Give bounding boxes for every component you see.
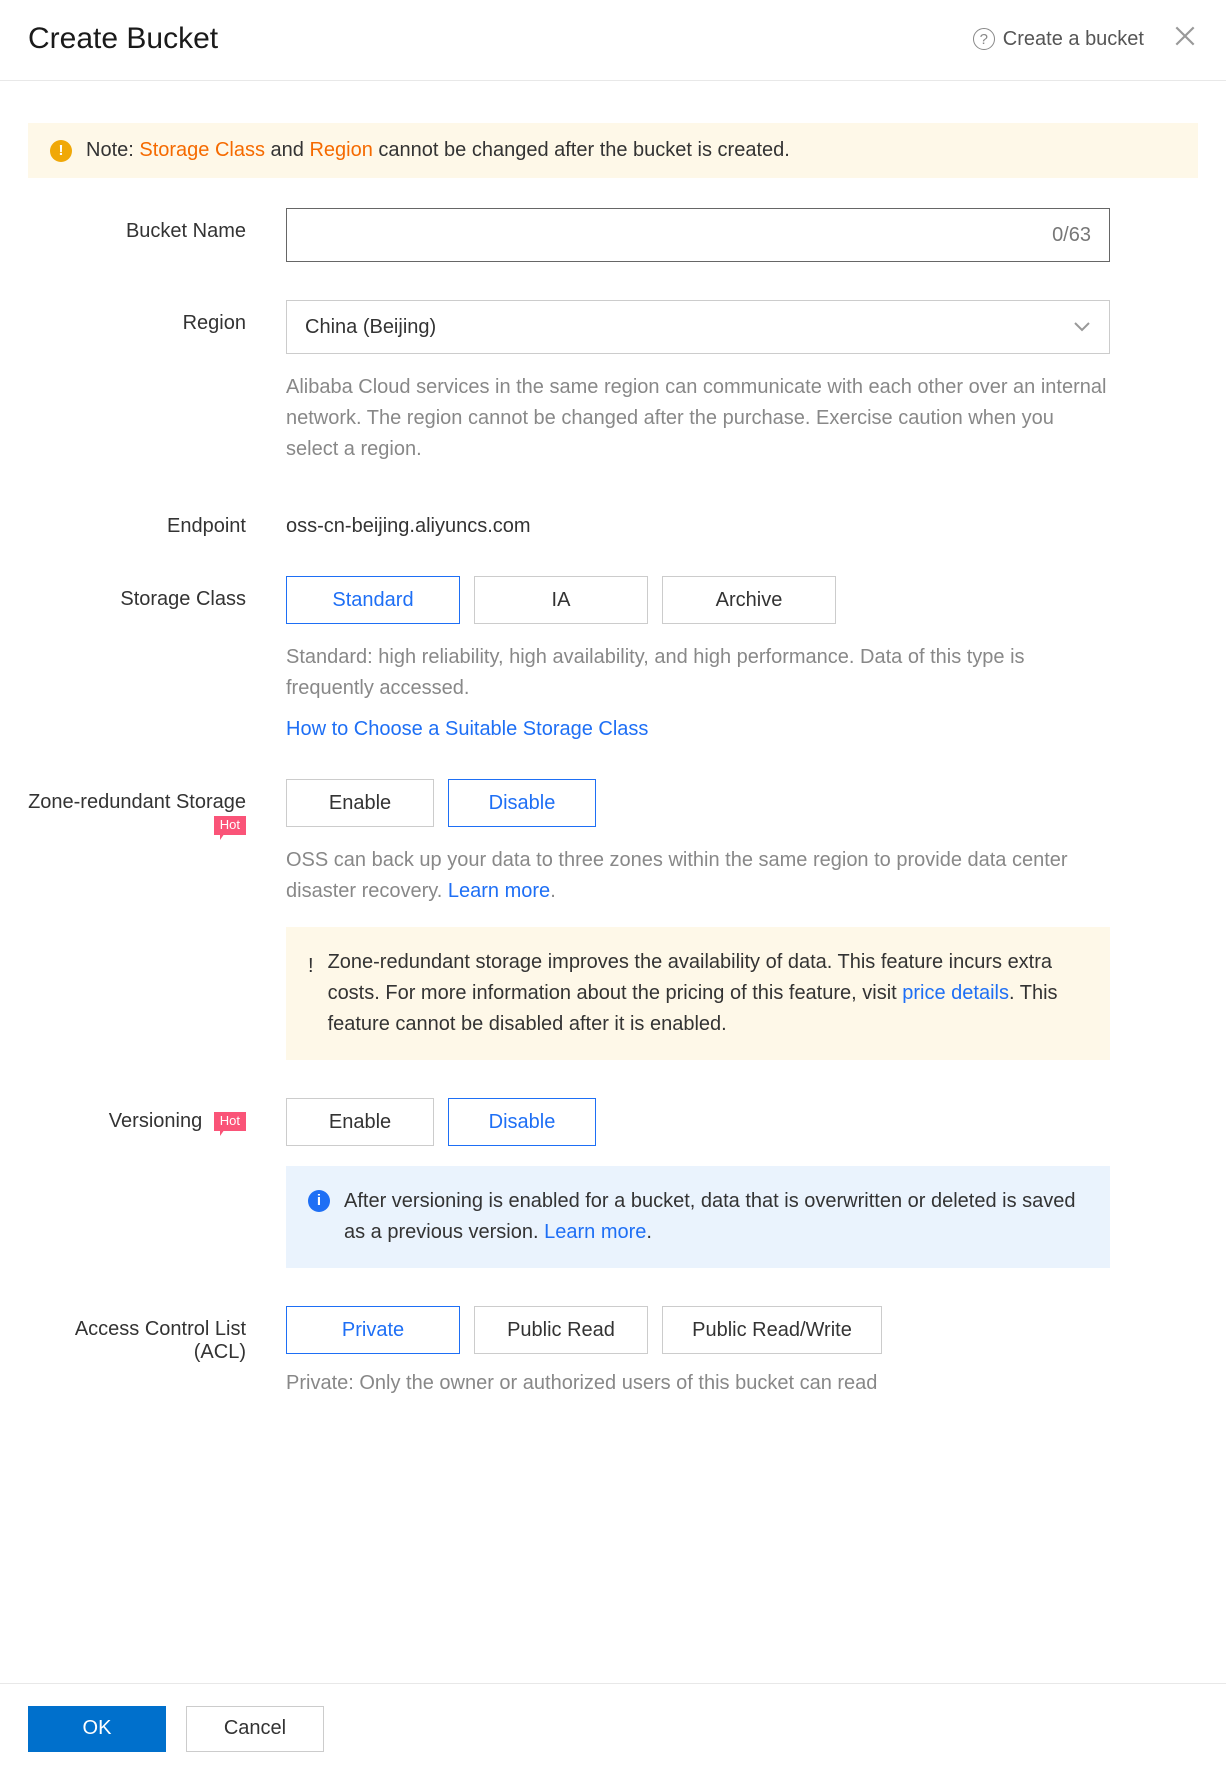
zrs-enable[interactable]: Enable — [286, 779, 434, 827]
versioning-notice-pre: After versioning is enabled for a bucket… — [344, 1190, 1076, 1243]
versioning-notice-text: After versioning is enabled for a bucket… — [344, 1186, 1088, 1248]
zrs-help: OSS can back up your data to three zones… — [286, 845, 1110, 907]
zrs-learn-more-link[interactable]: Learn more — [448, 880, 550, 902]
notice-and: and — [265, 139, 309, 161]
zrs-help-post: . — [550, 880, 556, 902]
acl-private[interactable]: Private — [286, 1306, 460, 1354]
region-label: Region — [28, 300, 286, 335]
zrs-label-text: Zone-redundant Storage — [28, 791, 246, 813]
bucket-name-input-wrap: 0/63 — [286, 208, 1110, 262]
zrs-label: Zone-redundant Storage Hot — [28, 779, 286, 837]
ok-button[interactable]: OK — [28, 1706, 166, 1752]
storage-class-standard[interactable]: Standard — [286, 576, 460, 624]
notice-region: Region — [309, 139, 372, 161]
help-link-label: Create a bucket — [1003, 28, 1144, 51]
warning-icon: ! — [50, 140, 72, 162]
close-icon — [1172, 23, 1198, 49]
region-selected-value: China (Beijing) — [305, 316, 436, 339]
page-title: Create Bucket — [28, 22, 218, 56]
storage-class-ia[interactable]: IA — [474, 576, 648, 624]
acl-help: Private: Only the owner or authorized us… — [286, 1368, 1110, 1399]
notice-storage-class: Storage Class — [139, 139, 265, 161]
bucket-name-label: Bucket Name — [28, 208, 286, 243]
acl-public-read-write[interactable]: Public Read/Write — [662, 1306, 882, 1354]
versioning-notice: i After versioning is enabled for a buck… — [286, 1166, 1110, 1268]
endpoint-label: Endpoint — [28, 503, 286, 538]
region-help-text: Alibaba Cloud services in the same regio… — [286, 372, 1110, 465]
zrs-disable[interactable]: Disable — [448, 779, 596, 827]
info-icon: i — [308, 1190, 330, 1212]
storage-class-link[interactable]: How to Choose a Suitable Storage Class — [286, 718, 648, 741]
storage-class-label: Storage Class — [28, 576, 286, 611]
versioning-enable[interactable]: Enable — [286, 1098, 434, 1146]
help-link[interactable]: ? Create a bucket — [973, 28, 1144, 51]
versioning-learn-more-link[interactable]: Learn more — [544, 1221, 646, 1243]
endpoint-value: oss-cn-beijing.aliyuncs.com — [286, 503, 1198, 538]
acl-label: Access Control List (ACL) — [28, 1306, 286, 1364]
warning-icon: ! — [308, 951, 314, 1040]
versioning-label-text: Versioning — [109, 1110, 202, 1132]
zrs-notice: ! Zone-redundant storage improves the av… — [286, 927, 1110, 1060]
notice-prefix: Note: — [86, 139, 139, 161]
notice-text: Note: Storage Class and Region cannot be… — [86, 139, 790, 162]
cancel-button[interactable]: Cancel — [186, 1706, 324, 1752]
storage-class-help: Standard: high reliability, high availab… — [286, 642, 1110, 704]
hot-badge: Hot — [214, 1112, 246, 1131]
versioning-label: Versioning Hot — [28, 1098, 286, 1133]
top-notice: ! Note: Storage Class and Region cannot … — [28, 123, 1198, 178]
hot-badge: Hot — [214, 816, 246, 835]
zrs-notice-text: Zone-redundant storage improves the avai… — [328, 947, 1088, 1040]
bucket-name-counter: 0/63 — [1052, 224, 1091, 247]
chevron-down-icon — [1073, 317, 1091, 338]
help-icon: ? — [973, 28, 995, 50]
bucket-name-input[interactable] — [305, 224, 1052, 247]
storage-class-archive[interactable]: Archive — [662, 576, 836, 624]
zrs-price-details-link[interactable]: price details — [902, 982, 1009, 1004]
versioning-notice-post: . — [646, 1221, 652, 1243]
notice-suffix: cannot be changed after the bucket is cr… — [373, 139, 790, 161]
versioning-disable[interactable]: Disable — [448, 1098, 596, 1146]
close-button[interactable] — [1172, 23, 1198, 55]
acl-public-read[interactable]: Public Read — [474, 1306, 648, 1354]
zrs-help-pre: OSS can back up your data to three zones… — [286, 849, 1068, 902]
region-select[interactable]: China (Beijing) — [286, 300, 1110, 354]
